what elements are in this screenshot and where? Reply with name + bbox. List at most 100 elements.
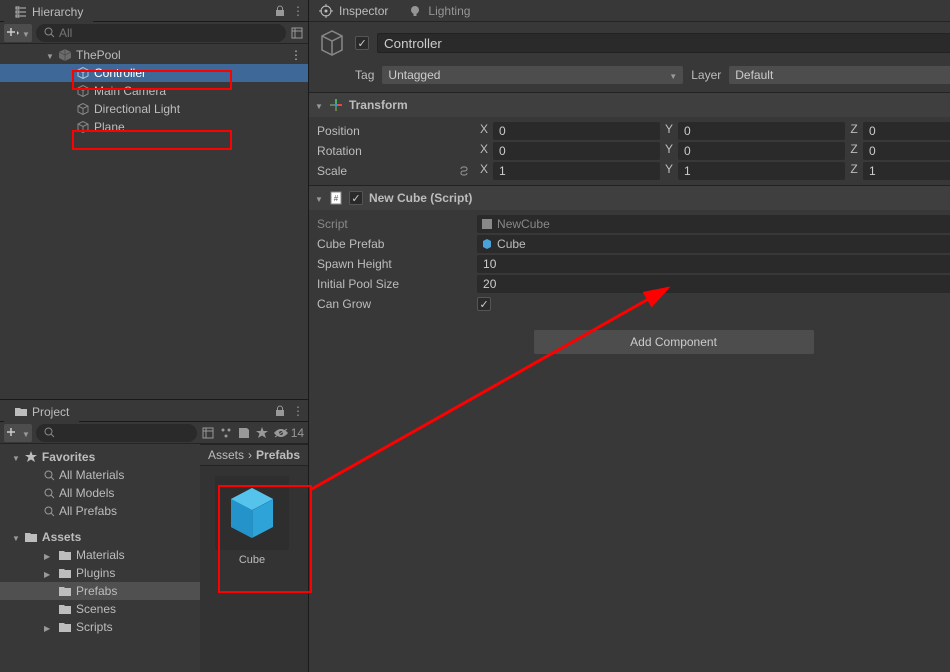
- initial-pool-size-row: Initial Pool Size: [317, 274, 950, 294]
- script-field-label: Script: [317, 217, 475, 231]
- can-grow-label: Can Grow: [317, 297, 475, 311]
- folder-plugins[interactable]: Plugins: [0, 564, 200, 582]
- scene-menu-icon[interactable]: [290, 48, 302, 62]
- folder-icon: [58, 549, 72, 561]
- filter-by-type-icon[interactable]: [201, 426, 215, 440]
- foldout-icon[interactable]: [44, 566, 54, 580]
- gameobject-name-input[interactable]: [377, 33, 950, 53]
- lock-icon[interactable]: [274, 5, 286, 17]
- script-field-row: Script NewCube ⊙: [317, 214, 950, 234]
- breadcrumb-current[interactable]: Prefabs: [256, 448, 300, 462]
- folder-icon: [14, 405, 28, 419]
- lock-icon[interactable]: [274, 405, 286, 417]
- scale-y-input[interactable]: [678, 162, 845, 180]
- project-tab[interactable]: Project: [4, 400, 79, 422]
- project-panel-header: Project: [0, 400, 308, 422]
- inspector-tab[interactable]: Inspector: [309, 1, 398, 21]
- hierarchy-item-plane[interactable]: Plane: [0, 118, 308, 136]
- folder-prefabs[interactable]: Prefabs: [0, 582, 200, 600]
- star-icon[interactable]: [255, 426, 269, 440]
- asset-cube[interactable]: Cube: [210, 476, 294, 566]
- foldout-icon[interactable]: [315, 98, 323, 112]
- folder-materials[interactable]: Materials: [0, 546, 200, 564]
- panel-menu-icon[interactable]: [292, 404, 304, 418]
- rotation-y-input[interactable]: [678, 142, 845, 160]
- hidden-count[interactable]: 14: [273, 426, 304, 440]
- favorite-all-materials[interactable]: All Materials: [0, 466, 200, 484]
- rotation-z-input[interactable]: [863, 142, 950, 160]
- initial-pool-input[interactable]: [477, 275, 950, 293]
- initial-pool-label: Initial Pool Size: [317, 277, 475, 291]
- foldout-icon[interactable]: [46, 48, 58, 62]
- script-enabled-checkbox[interactable]: [349, 191, 363, 205]
- rotation-x-input[interactable]: [493, 142, 660, 160]
- hierarchy-item-controller[interactable]: Controller: [0, 64, 308, 82]
- scene-picker-icon[interactable]: [290, 26, 304, 40]
- scene-row[interactable]: ThePool: [0, 46, 308, 64]
- script-header[interactable]: # New Cube (Script) ?: [309, 186, 950, 210]
- scale-x-input[interactable]: [493, 162, 660, 180]
- tag-layer-row: Tag Untagged Layer Default: [309, 64, 950, 92]
- layer-dropdown[interactable]: Default: [729, 66, 950, 84]
- project-search[interactable]: [36, 424, 197, 442]
- gameobject-icon: [317, 28, 347, 58]
- create-button[interactable]: [4, 24, 32, 42]
- favorite-all-models[interactable]: All Models: [0, 484, 200, 502]
- position-y-input[interactable]: [678, 122, 845, 140]
- position-z-input[interactable]: [863, 122, 950, 140]
- position-x-input[interactable]: [493, 122, 660, 140]
- hierarchy-search-input[interactable]: [59, 26, 278, 40]
- unity-scene-icon: [58, 48, 72, 62]
- search-icon: [44, 27, 55, 38]
- folder-scripts[interactable]: Scripts: [0, 618, 200, 636]
- assets-header[interactable]: Assets: [0, 528, 200, 546]
- rotation-row: Rotation X Y Z: [317, 141, 950, 161]
- foldout-icon[interactable]: [44, 548, 54, 562]
- gameobject-enabled-checkbox[interactable]: [355, 36, 369, 50]
- foldout-icon[interactable]: [12, 450, 20, 464]
- spawn-height-row: Spawn Height: [317, 254, 950, 274]
- save-search-icon[interactable]: [237, 426, 251, 440]
- hidden-count-value: 14: [291, 426, 304, 440]
- rotation-label: Rotation: [317, 144, 475, 158]
- transform-header[interactable]: Transform ?: [309, 93, 950, 117]
- add-component-button[interactable]: Add Component: [534, 330, 814, 354]
- scale-z-input[interactable]: [863, 162, 950, 180]
- hierarchy-search[interactable]: [36, 24, 286, 42]
- lightbulb-icon: [408, 4, 422, 18]
- scene-name: ThePool: [76, 48, 121, 62]
- foldout-icon[interactable]: [315, 191, 323, 205]
- hierarchy-tab[interactable]: Hierarchy: [4, 0, 93, 22]
- folder-scenes[interactable]: Scenes: [0, 600, 200, 618]
- lighting-tab[interactable]: Lighting: [398, 1, 480, 21]
- hierarchy-item-directional-light[interactable]: Directional Light: [0, 100, 308, 118]
- favorites-label: Favorites: [42, 450, 95, 464]
- cube-prefab-field[interactable]: Cube ⊙: [477, 235, 950, 253]
- svg-text:#: #: [334, 194, 339, 203]
- spawn-height-input[interactable]: [477, 255, 950, 273]
- inspector-header: Inspector Lighting: [309, 0, 950, 22]
- project-search-input[interactable]: [59, 426, 189, 440]
- chevron-down-icon: [22, 426, 30, 440]
- breadcrumb: Assets › Prefabs: [200, 444, 308, 466]
- breadcrumb-root[interactable]: Assets: [208, 448, 244, 462]
- tag-dropdown[interactable]: Untagged: [382, 66, 683, 84]
- hierarchy-item-main-camera[interactable]: Main Camera: [0, 82, 308, 100]
- filter-by-label-icon[interactable]: [219, 426, 233, 440]
- scale-row: Scale X Y Z: [317, 161, 950, 181]
- create-asset-button[interactable]: [4, 424, 32, 442]
- position-label: Position: [317, 124, 475, 138]
- panel-menu-icon[interactable]: [292, 4, 304, 18]
- hierarchy-item-label: Directional Light: [94, 102, 180, 116]
- foldout-icon[interactable]: [44, 620, 54, 634]
- inspector-icon: [319, 4, 333, 18]
- gameobject-icon: [76, 84, 90, 98]
- position-row: Position X Y Z: [317, 121, 950, 141]
- favorite-all-prefabs[interactable]: All Prefabs: [0, 502, 200, 520]
- can-grow-checkbox[interactable]: [477, 297, 491, 311]
- constrain-proportions-icon[interactable]: [457, 165, 471, 177]
- favorites-header[interactable]: Favorites: [0, 448, 200, 466]
- script-field[interactable]: NewCube ⊙: [477, 215, 950, 233]
- script-title: New Cube (Script): [369, 191, 472, 205]
- foldout-icon[interactable]: [12, 530, 20, 544]
